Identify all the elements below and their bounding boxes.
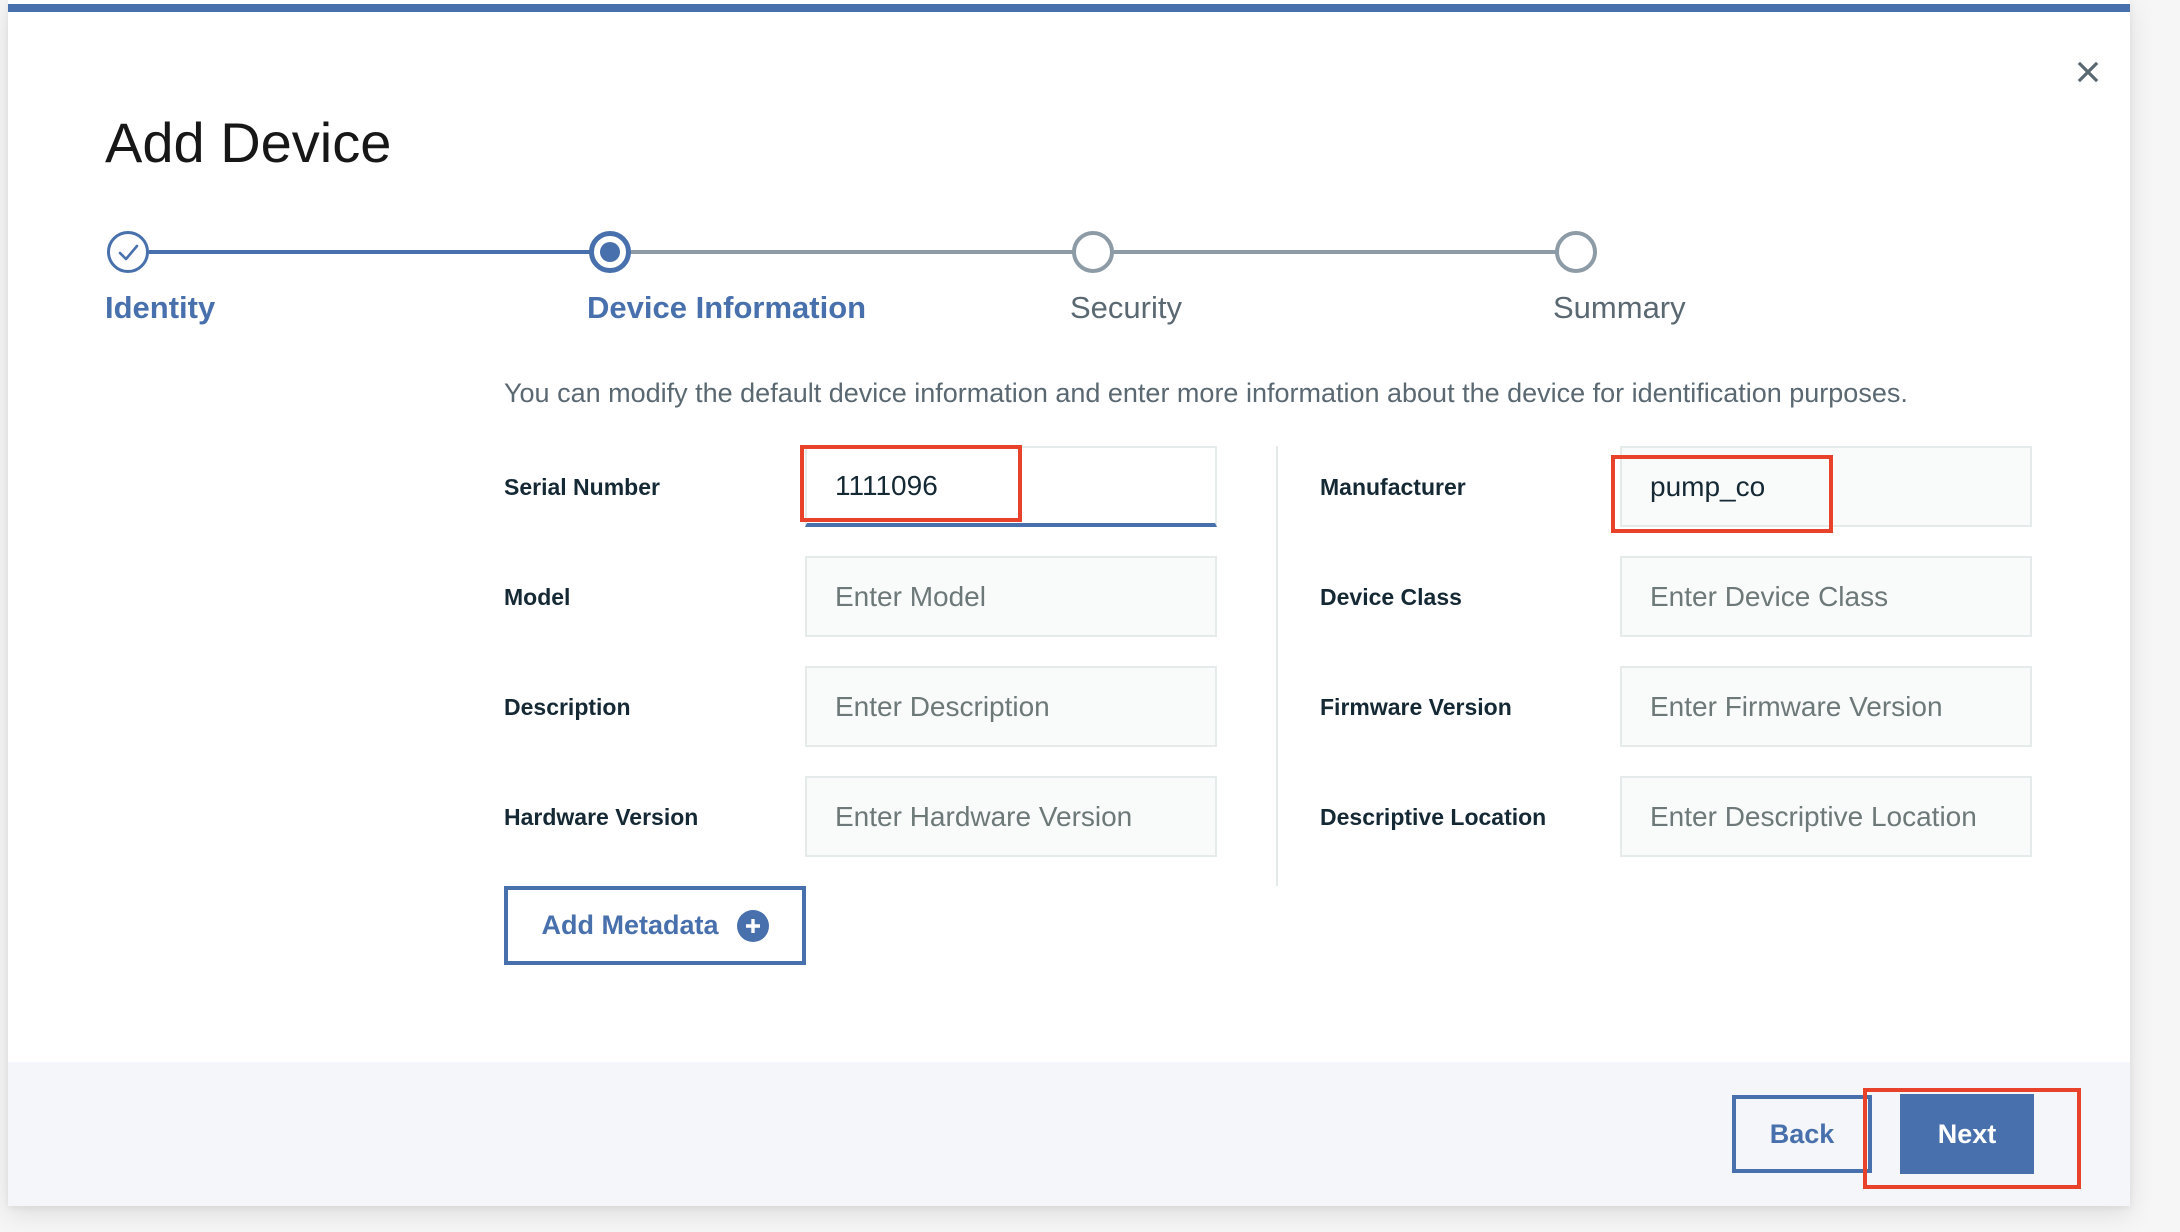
current-step-dot-icon xyxy=(600,242,620,262)
step-summary-label[interactable]: Summary xyxy=(1553,288,1686,328)
close-button[interactable] xyxy=(2066,50,2110,94)
next-button-label: Next xyxy=(1937,1118,1997,1149)
next-button[interactable]: Next xyxy=(1900,1094,2034,1174)
column-divider xyxy=(1276,446,1278,886)
add-device-modal: Add Device Identity Device Information S… xyxy=(8,0,2130,1206)
form-description: You can modify the default device inform… xyxy=(504,378,1908,408)
descriptive-location-input[interactable] xyxy=(1620,776,2032,857)
step-connector xyxy=(631,250,1093,254)
model-input[interactable] xyxy=(805,556,1217,637)
step-security-indicator[interactable] xyxy=(1072,231,1114,273)
step-device-information-indicator[interactable] xyxy=(589,231,631,273)
back-button[interactable]: Back xyxy=(1732,1095,1872,1173)
close-icon xyxy=(2077,61,2099,83)
step-identity-indicator[interactable] xyxy=(107,231,149,273)
device-class-input[interactable] xyxy=(1620,556,2032,637)
descriptive-location-label: Descriptive Location xyxy=(1320,804,1547,830)
modal-title: Add Device xyxy=(105,111,392,174)
step-connector xyxy=(1114,250,1576,254)
back-button-label: Back xyxy=(1769,1118,1835,1149)
add-metadata-label: Add Metadata xyxy=(541,910,719,940)
device-class-label: Device Class xyxy=(1320,584,1462,610)
serial-number-label: Serial Number xyxy=(504,474,660,500)
step-connector-complete xyxy=(149,250,611,254)
hardware-version-input[interactable] xyxy=(805,776,1217,857)
step-security-label[interactable]: Security xyxy=(1070,288,1182,328)
plus-circle-icon xyxy=(736,909,769,942)
manufacturer-input[interactable] xyxy=(1620,446,2032,527)
model-label: Model xyxy=(504,584,571,610)
serial-number-input[interactable] xyxy=(805,446,1217,527)
manufacturer-label: Manufacturer xyxy=(1320,474,1466,500)
checkmark-icon xyxy=(118,244,139,261)
firmware-version-label: Firmware Version xyxy=(1320,694,1512,720)
add-metadata-button[interactable]: Add Metadata xyxy=(504,886,806,965)
modal-footer: Back Next xyxy=(8,1062,2130,1206)
step-device-information-label[interactable]: Device Information xyxy=(587,288,866,328)
firmware-version-input[interactable] xyxy=(1620,666,2032,747)
description-input[interactable] xyxy=(805,666,1217,747)
modal-accent-bar xyxy=(8,4,2130,12)
step-identity-label[interactable]: Identity xyxy=(105,288,215,328)
step-summary-indicator[interactable] xyxy=(1555,231,1597,273)
hardware-version-label: Hardware Version xyxy=(504,804,699,830)
description-label: Description xyxy=(504,694,631,720)
